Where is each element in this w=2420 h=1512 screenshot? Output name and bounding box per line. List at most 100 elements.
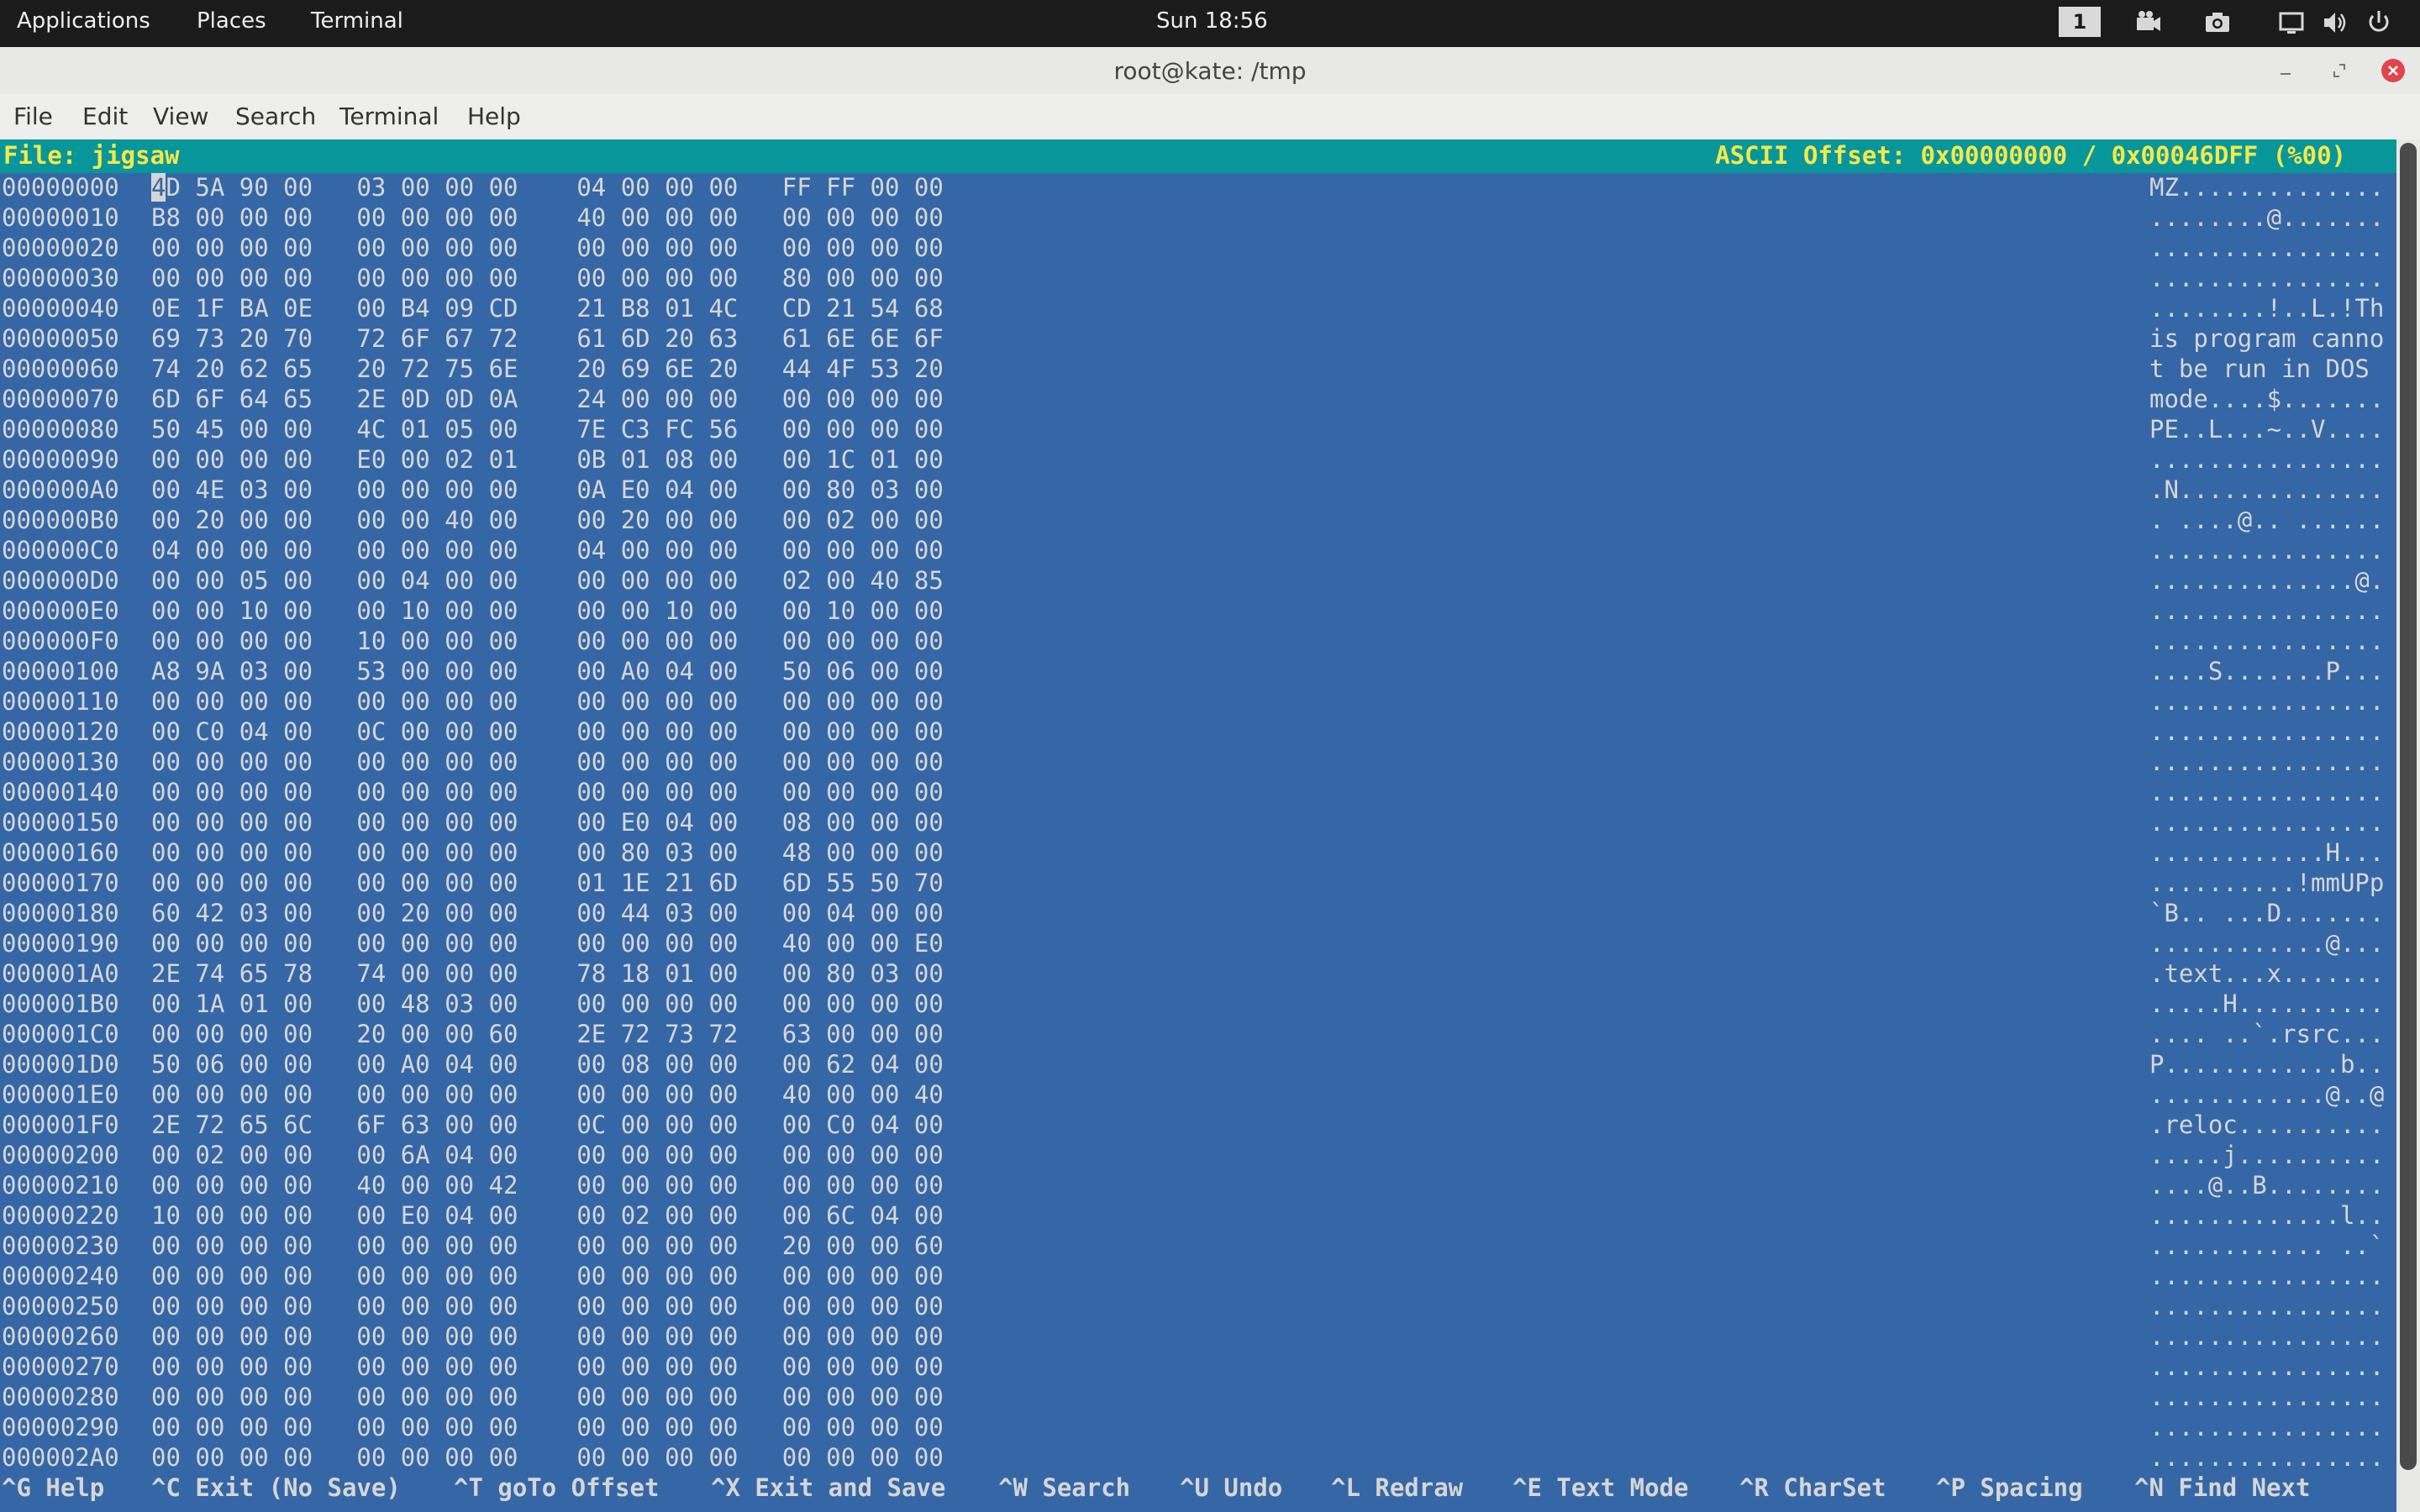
- hex-bytes[interactable]: 00 00 00 00 10 00 00 00 00 00 00 00 00 0…: [151, 627, 944, 655]
- hex-row[interactable]: 00000090 00 00 00 00 E0 00 02 01 0B 01 08…: [0, 445, 2396, 475]
- ascii-cell[interactable]: ................: [2149, 596, 2384, 625]
- hex-row[interactable]: 00000220 10 00 00 00 00 E0 04 00 00 02 00…: [0, 1201, 2396, 1231]
- hex-row[interactable]: 000000F0 00 00 00 00 10 00 00 00 00 00 00…: [0, 627, 2396, 657]
- hex-row[interactable]: 00000160 00 00 00 00 00 00 00 00 00 80 03…: [0, 838, 2396, 869]
- ascii-cell[interactable]: ........@.......: [2149, 203, 2384, 232]
- hex-row[interactable]: 000000C0 04 00 00 00 00 00 00 00 04 00 00…: [0, 536, 2396, 566]
- hex-bytes[interactable]: 00 20 00 00 00 00 40 00 00 20 00 00 00 0…: [151, 506, 944, 534]
- clock[interactable]: Sun 18:56: [1156, 8, 1268, 34]
- hex-bytes[interactable]: 50 45 00 00 4C 01 05 00 7E C3 FC 56 00 0…: [151, 415, 944, 444]
- ascii-cell[interactable]: P............b..: [2149, 1050, 2384, 1079]
- hex-bytes[interactable]: 00 00 00 00 00 00 00 00 00 00 00 00 00 0…: [151, 778, 944, 806]
- hex-row[interactable]: 000001F0 2E 72 65 6C 6F 63 00 00 0C 00 00…: [0, 1110, 2396, 1141]
- hex-bytes[interactable]: 00 00 05 00 00 04 00 00 00 00 00 00 02 0…: [151, 566, 944, 595]
- hex-row[interactable]: 00000250 00 00 00 00 00 00 00 00 00 00 00…: [0, 1292, 2396, 1322]
- ascii-cell[interactable]: ....S.......P...: [2149, 657, 2384, 685]
- hex-bytes[interactable]: B8 00 00 00 00 00 00 00 40 00 00 00 00 0…: [151, 203, 944, 232]
- ascii-cell[interactable]: PE..L...~..V....: [2149, 415, 2384, 444]
- ascii-cell[interactable]: ........!..L.!Th: [2149, 294, 2384, 323]
- menu-edit[interactable]: Edit: [82, 102, 128, 130]
- hex-row[interactable]: 00000110 00 00 00 00 00 00 00 00 00 00 00…: [0, 687, 2396, 717]
- hex-bytes[interactable]: 74 20 62 65 20 72 75 6E 20 69 6E 20 44 4…: [151, 354, 944, 383]
- hex-row[interactable]: 000001B0 00 1A 01 00 00 48 03 00 00 00 00…: [0, 990, 2396, 1020]
- ascii-cell[interactable]: .N..............: [2149, 475, 2384, 504]
- terminal-view[interactable]: File: jigsaw ASCII Offset: 0x00000000 / …: [0, 139, 2396, 1512]
- hex-bytes[interactable]: 10 00 00 00 00 E0 04 00 00 02 00 00 00 6…: [151, 1201, 944, 1230]
- ascii-cell[interactable]: ............@...: [2149, 929, 2384, 958]
- hex-row[interactable]: 00000210 00 00 00 00 40 00 00 42 00 00 00…: [0, 1171, 2396, 1201]
- hex-row[interactable]: 00000040 0E 1F BA 0E 00 B4 09 CD 21 B8 01…: [0, 294, 2396, 324]
- hex-bytes[interactable]: A8 9A 03 00 53 00 00 00 00 A0 04 00 50 0…: [151, 657, 944, 685]
- ascii-cell[interactable]: .... ..`.rsrc...: [2149, 1020, 2384, 1048]
- hex-row[interactable]: 00000100 A8 9A 03 00 53 00 00 00 00 A0 04…: [0, 657, 2396, 687]
- hex-row[interactable]: 000000E0 00 00 10 00 00 10 00 00 00 00 10…: [0, 596, 2396, 627]
- hex-row[interactable]: 00000020 00 00 00 00 00 00 00 00 00 00 00…: [0, 234, 2396, 264]
- ascii-cell[interactable]: ................: [2149, 687, 2384, 716]
- hex-row[interactable]: 00000010 B8 00 00 00 00 00 00 00 40 00 00…: [0, 203, 2396, 234]
- hex-row[interactable]: 000001C0 00 00 00 00 20 00 00 60 2E 72 73…: [0, 1020, 2396, 1050]
- scrollbar[interactable]: [2396, 139, 2420, 1512]
- hex-bytes[interactable]: 00 C0 04 00 0C 00 00 00 00 00 00 00 00 0…: [151, 717, 944, 746]
- ascii-cell[interactable]: t be run in DOS: [2149, 354, 2384, 383]
- ascii-cell[interactable]: `B.. ...D.......: [2149, 899, 2384, 927]
- hex-bytes[interactable]: 00 00 00 00 00 00 00 00 00 00 00 00 00 0…: [151, 1292, 944, 1320]
- minimize-icon[interactable]: [2272, 57, 2299, 84]
- hex-bytes[interactable]: 60 42 03 00 00 20 00 00 00 44 03 00 00 0…: [151, 899, 944, 927]
- ascii-cell[interactable]: . ....@.. ......: [2149, 506, 2384, 534]
- hex-row[interactable]: 00000190 00 00 00 00 00 00 00 00 00 00 00…: [0, 929, 2396, 959]
- hex-row[interactable]: 00000030 00 00 00 00 00 00 00 00 00 00 00…: [0, 264, 2396, 294]
- hex-bytes[interactable]: 04 00 00 00 00 00 00 00 04 00 00 00 00 0…: [151, 536, 944, 564]
- hex-row[interactable]: 000002A0 00 00 00 00 00 00 00 00 00 00 00…: [0, 1443, 2396, 1473]
- ascii-cell[interactable]: ..........!mmUPp: [2149, 869, 2384, 897]
- hex-row[interactable]: 00000170 00 00 00 00 00 00 00 00 01 1E 21…: [0, 869, 2396, 899]
- hex-row[interactable]: 000001D0 50 06 00 00 00 A0 04 00 00 08 00…: [0, 1050, 2396, 1080]
- ascii-cell[interactable]: ................: [2149, 748, 2384, 776]
- ascii-cell[interactable]: mode....$.......: [2149, 385, 2384, 413]
- menu-help[interactable]: Help: [467, 102, 521, 130]
- ascii-cell[interactable]: ............H...: [2149, 838, 2384, 867]
- ascii-cell[interactable]: .....j..........: [2149, 1141, 2384, 1169]
- hex-bytes[interactable]: 00 00 00 00 00 00 00 00 00 00 00 00 00 0…: [151, 1443, 944, 1472]
- hex-bytes[interactable]: 2E 74 65 78 74 00 00 00 78 18 01 00 00 8…: [151, 959, 944, 988]
- maximize-icon[interactable]: [2326, 57, 2353, 84]
- close-icon[interactable]: [2380, 57, 2407, 84]
- hex-bytes[interactable]: 50 06 00 00 00 A0 04 00 00 08 00 00 00 6…: [151, 1050, 944, 1079]
- ascii-cell[interactable]: MZ..............: [2149, 173, 2384, 202]
- menu-terminal[interactable]: Terminal: [339, 102, 439, 130]
- hex-row[interactable]: 000000D0 00 00 05 00 00 04 00 00 00 00 00…: [0, 566, 2396, 596]
- hex-bytes[interactable]: 00 4E 03 00 00 00 00 00 0A E0 04 00 00 8…: [151, 475, 944, 504]
- hex-bytes[interactable]: 00 00 00 00 00 00 00 00 01 1E 21 6D 6D 5…: [151, 869, 944, 897]
- hex-row[interactable]: 00000230 00 00 00 00 00 00 00 00 00 00 00…: [0, 1231, 2396, 1262]
- hex-bytes[interactable]: 00 00 00 00 00 00 00 00 00 00 00 00 20 0…: [151, 1231, 944, 1260]
- hex-bytes[interactable]: 00 00 00 00 40 00 00 42 00 00 00 00 00 0…: [151, 1171, 944, 1200]
- hex-row[interactable]: 00000290 00 00 00 00 00 00 00 00 00 00 00…: [0, 1413, 2396, 1443]
- ascii-cell[interactable]: ................: [2149, 808, 2384, 837]
- hex-bytes[interactable]: 69 73 20 70 72 6F 67 72 61 6D 20 63 61 6…: [151, 324, 944, 353]
- ascii-cell[interactable]: ................: [2149, 1322, 2384, 1351]
- ascii-cell[interactable]: ................: [2149, 234, 2384, 262]
- hex-row[interactable]: 00000270 00 00 00 00 00 00 00 00 00 00 00…: [0, 1352, 2396, 1383]
- ascii-cell[interactable]: ................: [2149, 717, 2384, 746]
- hex-row[interactable]: 00000260 00 00 00 00 00 00 00 00 00 00 00…: [0, 1322, 2396, 1352]
- hex-bytes[interactable]: 00 00 00 00 00 00 00 00 00 00 00 00 00 0…: [151, 1352, 944, 1381]
- menu-file[interactable]: File: [13, 102, 53, 130]
- hex-bytes[interactable]: 00 00 00 00 00 00 00 00 00 00 00 00 00 0…: [151, 1262, 944, 1290]
- hex-row[interactable]: 00000120 00 C0 04 00 0C 00 00 00 00 00 00…: [0, 717, 2396, 748]
- window-titlebar[interactable]: root@kate: /tmp: [0, 47, 2420, 95]
- hex-bytes[interactable]: 00 00 00 00 00 00 00 00 00 00 00 00 00 0…: [151, 1383, 944, 1411]
- hex-bytes[interactable]: 00 00 00 00 00 00 00 00 00 00 00 00 00 0…: [151, 748, 944, 776]
- hex-bytes[interactable]: 00 00 00 00 00 00 00 00 00 00 00 00 00 0…: [151, 687, 944, 716]
- hex-row[interactable]: 00000180 60 42 03 00 00 20 00 00 00 44 03…: [0, 899, 2396, 929]
- terminal-app-menu[interactable]: Terminal: [311, 8, 403, 34]
- menu-view[interactable]: View: [153, 102, 208, 130]
- hex-bytes[interactable]: 00 1A 01 00 00 48 03 00 00 00 00 00 00 0…: [151, 990, 944, 1018]
- ascii-cell[interactable]: .reloc..........: [2149, 1110, 2384, 1139]
- ascii-cell[interactable]: ..............@.: [2149, 566, 2384, 595]
- hex-row[interactable]: 000001E0 00 00 00 00 00 00 00 00 00 00 00…: [0, 1080, 2396, 1110]
- ascii-cell[interactable]: ................: [2149, 264, 2384, 292]
- video-camera-icon[interactable]: [2134, 8, 2163, 37]
- hex-row[interactable]: 00000080 50 45 00 00 4C 01 05 00 7E C3 FC…: [0, 415, 2396, 445]
- hex-bytes[interactable]: 00 00 00 00 00 00 00 00 00 00 00 00 40 0…: [151, 1080, 944, 1109]
- hex-row[interactable]: 00000060 74 20 62 65 20 72 75 6E 20 69 6E…: [0, 354, 2396, 385]
- hex-row[interactable]: 00000150 00 00 00 00 00 00 00 00 00 E0 04…: [0, 808, 2396, 838]
